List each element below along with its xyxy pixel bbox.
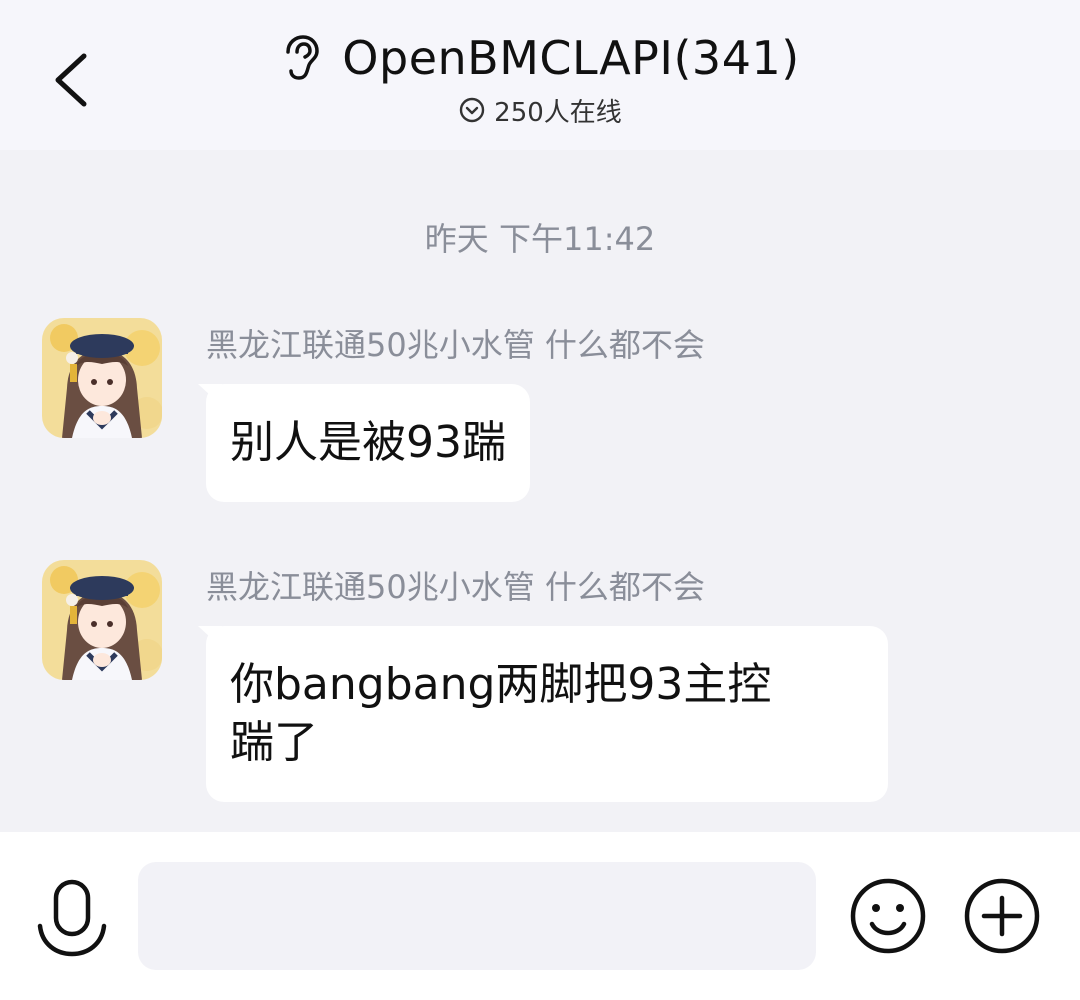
message-text-line: 踹了: [230, 717, 318, 768]
online-status[interactable]: 250人在线: [0, 90, 1080, 130]
sender-name[interactable]: 黑龙江联通50兆小水管 什么都不会: [206, 320, 705, 366]
sender-name[interactable]: 黑龙江联通50兆小水管 什么都不会: [206, 562, 705, 608]
message-bubble[interactable]: 你bangbang两脚把93主控 踹了: [206, 626, 888, 802]
emoji-button[interactable]: [848, 876, 928, 956]
message-text-line: 你bangbang两脚把93主控: [230, 659, 772, 710]
title-row: OpenBMCLAPI(341): [0, 26, 1080, 90]
chat-header: OpenBMCLAPI(341) 250人在线: [0, 0, 1080, 150]
message-timestamp: 昨天 下午11:42: [424, 220, 656, 258]
message-input[interactable]: [138, 862, 816, 970]
chat-screen: OpenBMCLAPI(341) 250人在线 昨天 下午11:42 黑龙江联通…: [0, 0, 1080, 1000]
plus-circle-icon: [964, 878, 1040, 954]
voice-button[interactable]: [34, 878, 110, 958]
online-count: 250人在线: [494, 97, 622, 128]
group-title[interactable]: OpenBMCLAPI(341): [342, 31, 799, 85]
message-list[interactable]: 昨天 下午11:42 黑龙江联通50兆小水管 什么都不会 别人是被93踹 黑龙江…: [0, 150, 1080, 832]
avatar[interactable]: [42, 318, 162, 438]
ear-icon[interactable]: [280, 34, 320, 82]
smiley-icon: [850, 878, 926, 954]
message-text: 别人是被93踹: [230, 417, 506, 468]
more-button[interactable]: [962, 876, 1042, 956]
chevron-down-circle-icon: [459, 97, 485, 123]
message-bubble[interactable]: 别人是被93踹: [206, 384, 530, 502]
microphone-icon: [37, 879, 107, 957]
avatar[interactable]: [42, 560, 162, 680]
